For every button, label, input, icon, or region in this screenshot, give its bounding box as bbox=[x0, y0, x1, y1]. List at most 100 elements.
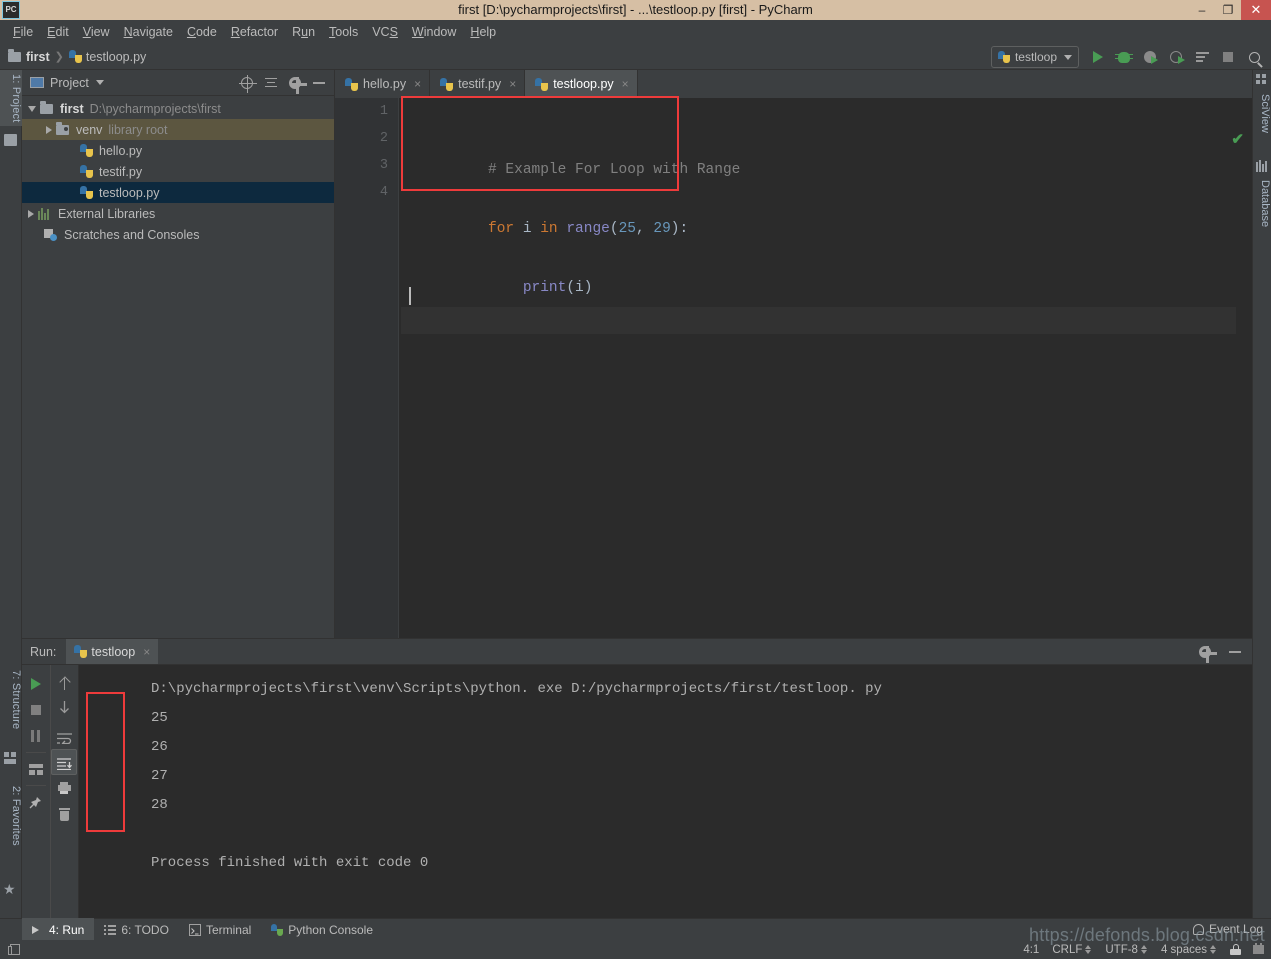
bottom-tab-todo-label: 6: TODO bbox=[121, 922, 169, 937]
python-file-icon bbox=[440, 77, 454, 91]
close-icon[interactable]: × bbox=[622, 77, 629, 91]
code-fn-print: print bbox=[522, 280, 567, 296]
editor-tab-hello-py[interactable]: hello.py × bbox=[335, 70, 431, 98]
down-stacktrace-button[interactable] bbox=[51, 697, 77, 723]
close-button[interactable]: ✕ bbox=[1241, 0, 1271, 20]
soft-wrap-button[interactable] bbox=[51, 723, 77, 749]
menu-run[interactable]: Run bbox=[285, 22, 322, 42]
tree-label-external-libraries: External Libraries bbox=[58, 206, 156, 221]
tree-node-external-libraries[interactable]: External Libraries bbox=[22, 203, 334, 224]
menu-help[interactable]: Help bbox=[463, 22, 503, 42]
bottom-tab-terminal[interactable]: Terminal bbox=[179, 918, 261, 942]
breadcrumb-separator-icon: ❯ bbox=[54, 51, 64, 63]
run-tab-label: testloop bbox=[91, 644, 136, 659]
structure-icon bbox=[4, 752, 17, 764]
breadcrumb-project[interactable]: first bbox=[0, 48, 50, 64]
up-stacktrace-button[interactable] bbox=[51, 671, 77, 697]
chevron-down-icon[interactable] bbox=[28, 105, 36, 112]
rerun-button[interactable] bbox=[23, 671, 49, 697]
layout-settings-button[interactable] bbox=[23, 756, 49, 782]
sidebar-item-structure-label: 7: Structure bbox=[10, 670, 22, 730]
database-icon bbox=[1256, 160, 1268, 172]
menu-file[interactable]: File bbox=[6, 22, 40, 42]
tree-node-testloop-py[interactable]: testloop.py bbox=[22, 182, 334, 203]
sidebar-item-favorites[interactable]: 2: Favorites bbox=[0, 782, 22, 850]
stop-button[interactable] bbox=[1215, 45, 1241, 69]
minimize-button[interactable]: – bbox=[1189, 0, 1215, 20]
sidebar-item-sciview[interactable]: SciView bbox=[1252, 90, 1271, 137]
hide-panel-button[interactable] bbox=[308, 72, 330, 94]
bottom-tab-todo[interactable]: 6: TODO bbox=[94, 918, 179, 942]
soft-wrap-icon bbox=[57, 731, 73, 747]
toggle-toolbars-icon[interactable] bbox=[8, 943, 21, 956]
menu-vcs[interactable]: VCS bbox=[365, 22, 405, 42]
inspection-status-icon[interactable]: ✔ bbox=[1231, 130, 1244, 148]
tree-node-venv[interactable]: venv library root bbox=[22, 119, 334, 140]
code-text[interactable]: # Example For Loop with Range for i in r… bbox=[401, 98, 1236, 638]
menu-window[interactable]: Window bbox=[405, 22, 463, 42]
code-editor[interactable]: 1 2 3 4 # Example For Loop with Range fo… bbox=[335, 98, 1252, 638]
menu-navigate[interactable]: Navigate bbox=[117, 22, 180, 42]
run-button[interactable] bbox=[1085, 45, 1111, 69]
search-everywhere-button[interactable] bbox=[1241, 45, 1267, 69]
menu-tools[interactable]: Tools bbox=[322, 22, 365, 42]
sidebar-item-structure[interactable]: 7: Structure bbox=[0, 666, 22, 733]
bottom-tab-run[interactable]: 4: Run bbox=[22, 917, 95, 942]
todo-icon bbox=[104, 924, 117, 936]
tree-node-hello-py[interactable]: hello.py bbox=[22, 140, 334, 161]
hide-run-panel-button[interactable] bbox=[1224, 641, 1246, 663]
editor-tab-testif-py[interactable]: testif.py × bbox=[430, 70, 526, 98]
collapse-all-button[interactable] bbox=[260, 72, 282, 94]
folder-icon bbox=[40, 100, 53, 114]
sidebar-item-database[interactable]: Database bbox=[1252, 176, 1271, 231]
maximize-button[interactable]: ❐ bbox=[1215, 0, 1241, 20]
run-icon bbox=[32, 924, 44, 936]
chevron-right-icon[interactable] bbox=[28, 209, 34, 218]
project-settings-button[interactable] bbox=[284, 72, 307, 94]
close-icon[interactable]: × bbox=[143, 645, 150, 659]
python-file-icon bbox=[80, 186, 93, 199]
print-button[interactable] bbox=[51, 775, 77, 801]
breadcrumb-file[interactable]: testloop.py bbox=[68, 50, 146, 64]
close-icon[interactable]: × bbox=[509, 77, 516, 91]
chevron-right-icon[interactable] bbox=[46, 125, 52, 134]
menu-view[interactable]: View bbox=[76, 22, 117, 42]
clear-all-button[interactable] bbox=[51, 801, 77, 827]
run-console-output[interactable]: D:\pycharmprojects\first\venv\Scripts\py… bbox=[79, 665, 1252, 918]
sidebar-item-project[interactable]: 1: Project bbox=[0, 70, 22, 127]
console-line-exit: Process finished with exit code 0 bbox=[151, 855, 429, 871]
project-panel-buttons bbox=[236, 72, 330, 94]
pin-tab-button[interactable] bbox=[23, 789, 49, 815]
menu-refactor[interactable]: Refactor bbox=[224, 22, 285, 42]
collapse-all-icon bbox=[265, 77, 277, 88]
profile-button[interactable] bbox=[1163, 45, 1189, 69]
play-icon bbox=[30, 678, 41, 690]
code-line-2: for i in range(25, 29): bbox=[401, 189, 1236, 237]
watermark-url: https://defonds.blog.csdn.net bbox=[1029, 925, 1265, 945]
close-icon[interactable]: × bbox=[414, 77, 421, 91]
bottom-tab-python-console[interactable]: Python Console bbox=[261, 918, 383, 942]
folder-icon bbox=[4, 134, 17, 146]
run-settings-button[interactable] bbox=[1194, 641, 1217, 663]
run-tab-testloop[interactable]: testloop × bbox=[66, 639, 159, 664]
tree-node-scratches-and-consoles[interactable]: Scratches and Consoles bbox=[22, 224, 334, 245]
run-configuration-selector[interactable]: testloop bbox=[990, 46, 1079, 68]
tree-node-first[interactable]: first D:\pycharmprojects\first bbox=[22, 98, 334, 119]
editor-tab-testloop-py[interactable]: testloop.py × bbox=[525, 70, 638, 98]
project-panel-title-group[interactable]: Project bbox=[22, 76, 104, 90]
main-toolbar: testloop bbox=[990, 44, 1267, 70]
python-config-icon bbox=[997, 51, 1010, 63]
menu-code[interactable]: Code bbox=[180, 22, 224, 42]
tree-node-testif-py[interactable]: testif.py bbox=[22, 161, 334, 182]
scroll-to-end-button[interactable] bbox=[51, 749, 78, 775]
run-with-console-button[interactable] bbox=[1189, 45, 1215, 69]
debug-button[interactable] bbox=[1111, 45, 1137, 69]
run-configuration-label: testloop bbox=[1014, 50, 1057, 64]
locate-target-button[interactable] bbox=[236, 72, 258, 94]
menu-edit[interactable]: Edit bbox=[40, 22, 76, 42]
pause-output-button[interactable] bbox=[23, 723, 49, 749]
libraries-icon bbox=[38, 207, 51, 220]
coverage-button[interactable] bbox=[1137, 45, 1163, 69]
stop-process-button[interactable] bbox=[23, 697, 49, 723]
console-line-command: D:\pycharmprojects\first\venv\Scripts\py… bbox=[151, 681, 882, 697]
